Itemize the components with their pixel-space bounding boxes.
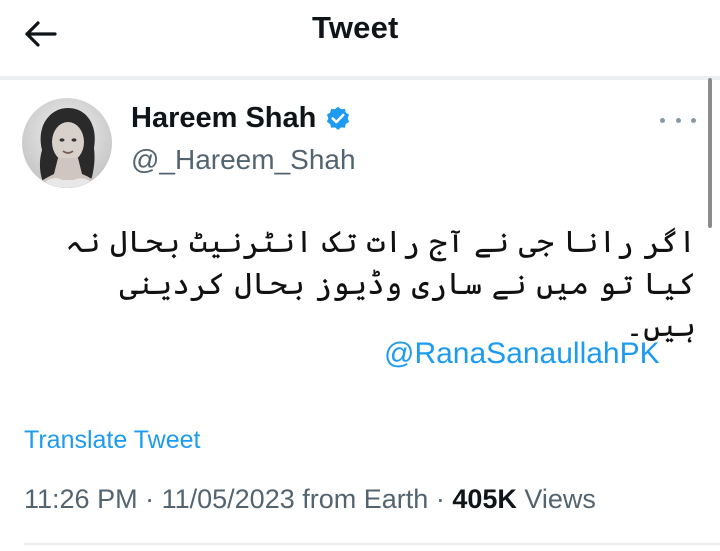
separator-dot: · (435, 484, 453, 514)
avatar[interactable] (22, 98, 112, 188)
header: Tweet (0, 0, 720, 74)
more-dot-icon (675, 117, 681, 123)
more-dot-icon (660, 117, 665, 123)
more-dot-icon (691, 117, 696, 123)
separator-dot: · (145, 484, 162, 514)
tweet-text: اگر رانا جی نے آج رات تک انٹرنیٹ بحال نہ… (65, 225, 696, 344)
mention-link[interactable]: @RanaSanaullahPK (384, 337, 660, 371)
more-options-button[interactable] (660, 112, 696, 128)
views-count[interactable]: 405K (452, 484, 517, 514)
author-name-row[interactable]: Hareem Shah (131, 102, 352, 135)
scrollbar[interactable] (708, 78, 712, 228)
tweet-source: from Earth (302, 484, 429, 514)
tweet-detail-page: Tweet Hareem Shah @_Hareem_Shah اگر رانا… (0, 0, 720, 551)
header-divider (0, 76, 720, 80)
tweet-time[interactable]: 11:26 PM (24, 484, 138, 514)
author-handle[interactable]: @_Hareem_Shah (131, 144, 356, 176)
avatar-image (22, 98, 112, 188)
verified-badge-icon (327, 106, 350, 130)
tweet-meta: 11:26 PM · 11/05/2023 from Earth · 405K … (24, 484, 596, 515)
tweet-date[interactable]: 11/05/2023 (162, 484, 295, 514)
page-title: Tweet (312, 10, 399, 45)
views-label: Views (524, 484, 596, 514)
author-display-name[interactable]: Hareem Shah (131, 102, 316, 135)
meta-divider (24, 543, 720, 545)
back-button[interactable] (18, 14, 62, 54)
arrow-left-icon (25, 21, 57, 47)
translate-tweet-link[interactable]: Translate Tweet (24, 426, 200, 455)
